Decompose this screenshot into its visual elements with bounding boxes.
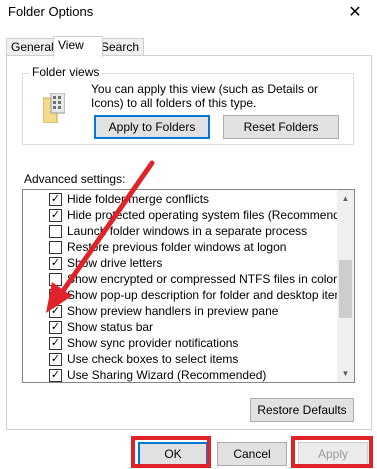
close-icon[interactable]: ✕ — [345, 2, 365, 22]
list-item-label: Show encrypted or compressed NTFS files … — [67, 272, 338, 286]
scroll-down-icon[interactable]: ▼ — [337, 365, 354, 382]
list-item[interactable]: ✓ Hide protected operating system files … — [23, 207, 355, 223]
tab-search[interactable]: Search — [96, 38, 145, 56]
reset-folders-button[interactable]: Reset Folders — [223, 115, 339, 139]
scrollbar[interactable]: ▲ ▼ — [337, 190, 354, 382]
checkbox[interactable] — [49, 224, 62, 238]
list-item[interactable]: ✓ Show status bar — [23, 319, 153, 335]
list-item[interactable]: ✓ Show pop-up description for folder and… — [23, 287, 351, 303]
list-item-label: Show sync provider notifications — [67, 336, 239, 350]
folder-view-icon — [43, 93, 65, 123]
list-item-label: Hide folder merge conflicts — [67, 192, 210, 206]
tab-view[interactable]: View — [53, 36, 103, 57]
advanced-settings-label: Advanced settings: — [24, 172, 126, 186]
list-item[interactable]: Launch folder windows in a separate proc… — [23, 223, 307, 239]
folder-views-label: Folder views — [29, 65, 103, 79]
restore-defaults-button[interactable]: Restore Defaults — [250, 398, 354, 422]
checkbox[interactable] — [49, 240, 62, 254]
checkbox[interactable]: ✓ — [49, 288, 62, 302]
window-title: Folder Options — [8, 4, 94, 19]
scroll-up-icon[interactable]: ▲ — [337, 190, 354, 207]
advanced-settings-list: ✓ Hide folder merge conflicts ✓ Hide pro… — [22, 189, 355, 383]
folder-views-description: You can apply this view (such as Details… — [91, 82, 319, 110]
checkbox[interactable]: ✓ — [49, 320, 62, 334]
apply-to-folders-button[interactable]: Apply to Folders — [94, 115, 210, 139]
ok-highlight-box — [131, 436, 211, 468]
checkbox[interactable] — [49, 272, 62, 286]
list-item-label: Launch folder windows in a separate proc… — [67, 224, 308, 238]
scrollbar-thumb[interactable] — [339, 260, 352, 318]
checkbox[interactable]: ✓ — [49, 208, 62, 222]
apply-highlight-box — [291, 436, 373, 468]
checkbox[interactable]: ✓ — [49, 304, 62, 318]
list-item-label: Show status bar — [67, 320, 154, 334]
list-item-label: Hide protected operating system files (R… — [67, 208, 355, 222]
view-panel: Folder views You can apply this view (su… — [6, 55, 372, 430]
list-item[interactable]: ✓ Show preview handlers in preview pane — [23, 303, 278, 319]
list-item[interactable]: ✓ Use Sharing Wizard (Recommended) — [23, 367, 267, 382]
list-item[interactable]: ✓ Hide folder merge conflicts — [23, 191, 209, 207]
tab-general[interactable]: General — [6, 38, 59, 56]
cancel-button[interactable]: Cancel — [217, 442, 287, 466]
checkbox[interactable]: ✓ — [49, 352, 62, 366]
list-item-label: Show preview handlers in preview pane — [67, 304, 279, 318]
checkbox[interactable]: ✓ — [49, 336, 62, 350]
list-item-label: Show drive letters — [67, 256, 163, 270]
list-item[interactable]: ✓ Use check boxes to select items — [23, 351, 238, 367]
list-item[interactable]: ✓ Show drive letters — [23, 255, 162, 271]
list-item-label: Show pop-up description for folder and d… — [67, 288, 351, 302]
checkbox[interactable]: ✓ — [49, 368, 62, 382]
checkbox[interactable]: ✓ — [49, 256, 62, 270]
checkbox[interactable]: ✓ — [49, 192, 62, 206]
list-item-label: Use check boxes to select items — [67, 352, 239, 366]
list-item-label: Restore previous folder windows at logon — [67, 240, 287, 254]
list-item-label: Use Sharing Wizard (Recommended) — [67, 368, 267, 382]
list-item[interactable]: ✓ Show sync provider notifications — [23, 335, 238, 351]
list-item[interactable]: Restore previous folder windows at logon — [23, 239, 286, 255]
list-item[interactable]: Show encrypted or compressed NTFS files … — [23, 271, 337, 287]
